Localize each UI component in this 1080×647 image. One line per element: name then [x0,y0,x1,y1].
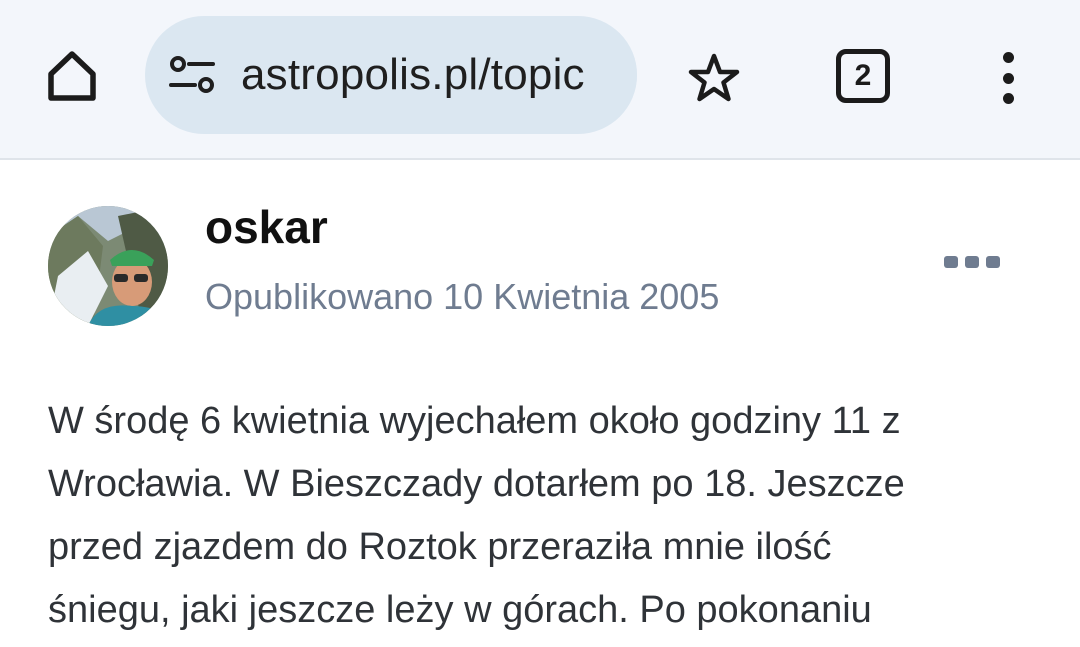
post-author[interactable]: oskar [205,200,328,254]
post-body: W środę 6 kwietnia wyjechałem około godz… [48,400,905,631]
more-vert-icon[interactable] [988,46,1028,110]
star-icon [688,53,740,102]
avatar[interactable] [48,206,168,326]
tab-switcher-button[interactable]: 2 [836,49,890,103]
url-fade [597,16,637,134]
tune-icon[interactable] [169,54,215,96]
post-options-button[interactable] [944,250,1000,274]
bookmark-button[interactable] [682,46,746,110]
address-bar[interactable]: astropolis.pl/topic [145,16,637,134]
home-button[interactable] [36,40,108,112]
home-icon [48,51,96,101]
browser-toolbar: astropolis.pl/topic 2 [0,0,1080,160]
post-date: Opublikowano 10 Kwietnia 2005 [205,276,720,317]
url-text[interactable]: astropolis.pl/topic [241,16,585,134]
tab-count: 2 [854,59,872,92]
